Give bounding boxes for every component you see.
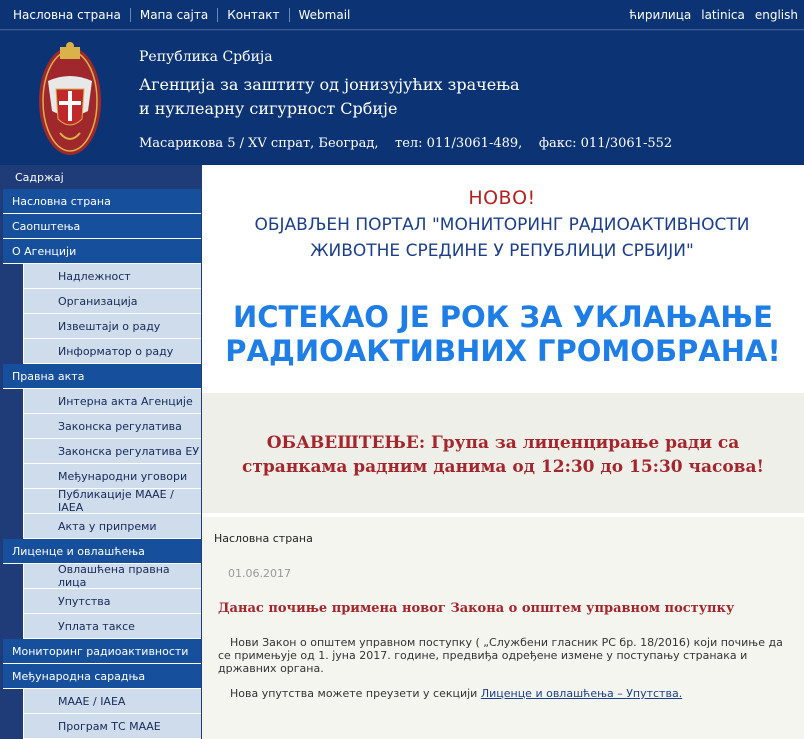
sidebar-item-iaea[interactable]: МААЕ / IAEA	[23, 689, 201, 714]
article-more-text: Нова упутства можете преузети у секцији	[230, 687, 481, 700]
top-navigation: Насловна страна Мапа сајта Контакт Webma…	[0, 0, 804, 30]
sidebar-item-international[interactable]: Међународна сарадња	[3, 664, 201, 689]
deadline-banner[interactable]: ИСТЕКАО ЈЕ РОК ЗА УКЛАЊАЊЕ РАДИОАКТИВНИХ…	[203, 283, 803, 387]
sidebar-item-legislation[interactable]: Законска регулатива	[23, 414, 201, 439]
article-body: Нови Закон о општем управном поступку ( …	[218, 636, 783, 675]
breadcrumb[interactable]: Насловна страна	[214, 532, 313, 545]
portal-banner[interactable]: НОВО! ОБЈАВЉЕН ПОРТАЛ "МОНИТОРИНГ РАДИОА…	[202, 175, 802, 279]
site-header: Република Србија Агенција за заштиту од …	[0, 31, 804, 165]
sidebar-item-fee-payment[interactable]: Уплата таксе	[23, 614, 201, 639]
article-title[interactable]: Данас почиње примена новог Закона о општ…	[218, 601, 734, 616]
banner-portal-line2: ЖИВОТНЕ СРЕДИНЕ У РЕПУБЛИЦИ СРБИЈИ"	[310, 241, 694, 261]
article-date: 01.06.2017	[228, 567, 291, 580]
sidebar-item-iaea-publications[interactable]: Публикације МААЕ / IAEA	[23, 488, 201, 514]
notice-line2: странкама радним данима од 12:30 до 15:3…	[242, 457, 764, 477]
top-link-home[interactable]: Насловна страна	[4, 8, 130, 22]
instructions-link[interactable]: Лиценце и овлашћења – Упутства.	[481, 687, 682, 700]
lang-cyrillic[interactable]: ћирилица	[629, 8, 691, 22]
header-address: Масарикова 5 / XV спрат, Београд, тел: 0…	[139, 136, 673, 151]
notice-banner: ОБАВЕШТЕЊЕ: Група за лиценцирање ради са…	[202, 393, 804, 513]
banner-portal-line1: ОБЈАВЉЕН ПОРТАЛ "МОНИТОРИНГ РАДИОАКТИВНО…	[254, 215, 750, 235]
coat-of-arms-icon	[39, 42, 101, 155]
sidebar-item-monitoring[interactable]: Мониторинг радиоактивности	[3, 639, 201, 664]
top-link-contact[interactable]: Контакт	[217, 8, 288, 22]
top-link-sitemap[interactable]: Мапа сајта	[129, 8, 217, 22]
sidebar-item-draft-acts[interactable]: Акта у припреми	[23, 514, 201, 539]
sidebar-item-about[interactable]: О Агенцији	[3, 239, 201, 264]
sidebar-item-tc-programme[interactable]: Програм ТС МААЕ	[23, 714, 201, 739]
sidebar-item-legal-acts[interactable]: Правна акта	[3, 364, 201, 389]
sidebar-item-legislation-eu[interactable]: Законска регулатива ЕУ	[23, 439, 201, 464]
sidebar-item-informator[interactable]: Информатор о раду	[23, 339, 201, 364]
language-switcher: ћирилица latinica english	[629, 0, 798, 30]
sidebar-title: Садржај	[15, 171, 64, 184]
header-agency-line2: и нуклеарну сигурност Србије	[139, 99, 398, 118]
top-links: Насловна страна Мапа сајта Контакт Webma…	[4, 0, 359, 30]
banner-deadline-line2: РАДИОАКТИВНИХ ГРОМОБРАНА!	[225, 334, 781, 368]
sidebar-item-treaties[interactable]: Међународни уговори	[23, 464, 201, 489]
banner-new-label: НОВО!	[468, 187, 536, 209]
sidebar-item-licenses[interactable]: Лиценце и овлашћења	[3, 539, 201, 564]
sidebar-menu: Садржај Насловна страна Саопштења О Аген…	[3, 165, 201, 739]
header-republic: Република Србија	[139, 49, 273, 65]
notice-line1: ОБАВЕШТЕЊЕ: Група за лиценцирање ради са	[266, 433, 740, 453]
sidebar-item-authorized-entities[interactable]: Овлашћена правна лица	[23, 563, 201, 589]
sidebar-item-announcements[interactable]: Саопштења	[3, 214, 201, 239]
sidebar-item-reports[interactable]: Извештаји о раду	[23, 314, 201, 339]
banner-deadline-line1: ИСТЕКАО ЈЕ РОК ЗА УКЛАЊАЊЕ	[233, 300, 773, 334]
sidebar-item-competence[interactable]: Надлежност	[23, 264, 201, 289]
top-link-webmail[interactable]: Webmail	[288, 8, 360, 22]
sidebar-item-home[interactable]: Насловна страна	[3, 189, 201, 214]
article-more: Нова упутства можете преузети у секцији …	[230, 687, 682, 700]
sidebar-item-organization[interactable]: Организација	[23, 289, 201, 314]
lang-english[interactable]: english	[755, 8, 798, 22]
main-content: НОВО! ОБЈАВЉЕН ПОРТАЛ "МОНИТОРИНГ РАДИОА…	[202, 165, 804, 739]
sidebar-item-instructions[interactable]: Упутства	[23, 589, 201, 614]
header-agency-line1: Агенција за заштиту од јонизујућих зраче…	[139, 75, 520, 94]
sidebar-item-internal-acts[interactable]: Интерна акта Агенције	[23, 389, 201, 414]
lang-latin[interactable]: latinica	[701, 8, 745, 22]
article-area: Насловна страна 01.06.2017 Данас почиње …	[202, 517, 804, 739]
